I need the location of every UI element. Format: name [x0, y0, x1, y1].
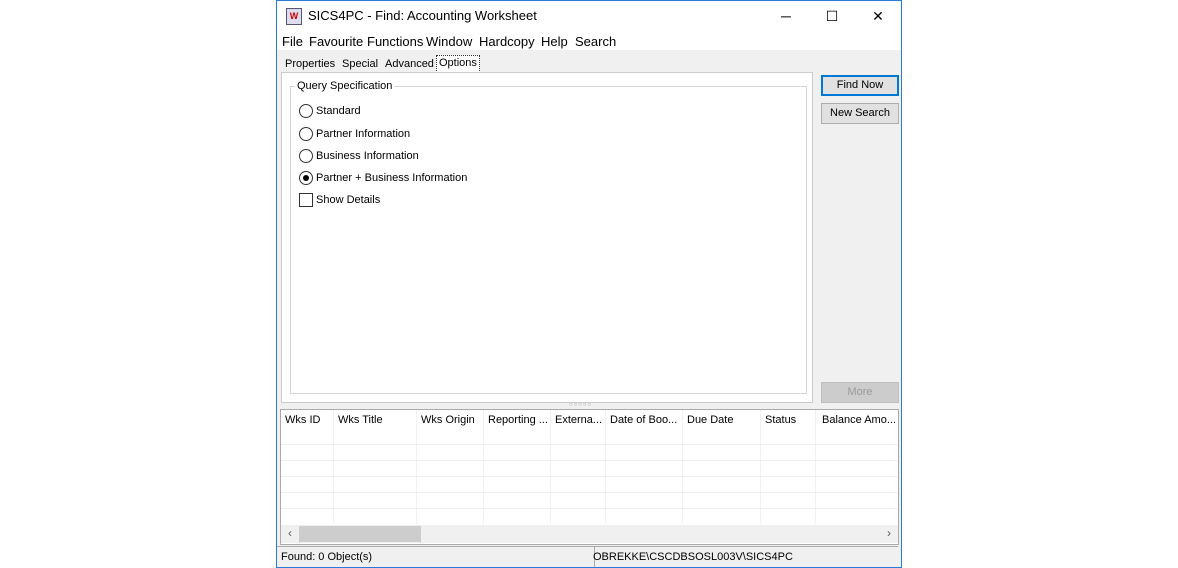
header-label: Externa...: [555, 414, 603, 426]
menu-bar: File Favourite Functions Window Hardcopy…: [277, 31, 901, 50]
tab-properties[interactable]: Properties: [283, 57, 337, 72]
header-label: Reporting ...: [488, 414, 548, 426]
column-header[interactable]: Wks ID: [281, 410, 334, 524]
radio-button[interactable]: [299, 171, 313, 185]
tab-options[interactable]: Options: [436, 55, 480, 73]
scrollbar-thumb[interactable]: [299, 526, 421, 542]
column-header[interactable]: Wks Title: [334, 410, 417, 524]
menu-help[interactable]: Help: [541, 34, 568, 49]
row-divider: [281, 444, 898, 445]
close-button[interactable]: ✕: [855, 1, 901, 31]
tab-advanced[interactable]: Advanced: [383, 57, 436, 72]
row-divider: [281, 476, 898, 477]
radio-button[interactable]: [299, 104, 313, 118]
header-label: Balance Amo...: [822, 414, 896, 426]
find-now-button[interactable]: Find Now: [821, 75, 899, 96]
maximize-button[interactable]: ☐: [809, 1, 855, 31]
menu-window[interactable]: Window: [426, 34, 472, 49]
new-search-button[interactable]: New Search: [821, 103, 899, 124]
more-button[interactable]: More: [821, 382, 899, 403]
title-bar: W SICS4PC - Find: Accounting Worksheet ─…: [277, 1, 901, 31]
radio-button[interactable]: [299, 127, 313, 141]
header-label: Wks Title: [338, 414, 383, 426]
scroll-left-icon[interactable]: ‹: [282, 526, 298, 540]
column-header[interactable]: Balance Amo...: [816, 410, 898, 524]
option-label: Partner Information: [316, 128, 411, 140]
menu-functions[interactable]: Functions: [367, 34, 423, 49]
query-specification-group: Query Specification Standard Partner Inf…: [290, 80, 807, 394]
header-label: Wks Origin: [421, 414, 475, 426]
options-panel: Query Specification Standard Partner Inf…: [281, 72, 813, 403]
option-label: Partner + Business Information: [316, 172, 468, 184]
menu-favourite[interactable]: Favourite: [309, 34, 363, 49]
column-header[interactable]: Due Date: [683, 410, 761, 524]
status-found: Found: 0 Object(s): [277, 546, 595, 567]
column-header[interactable]: Date of Boo...: [606, 410, 683, 524]
main-window: W SICS4PC - Find: Accounting Worksheet ─…: [276, 0, 902, 568]
window-title: SICS4PC - Find: Accounting Worksheet: [308, 8, 537, 23]
splitter-handle[interactable]: ○○○○○: [569, 402, 592, 408]
menu-hardcopy[interactable]: Hardcopy: [479, 34, 535, 49]
column-header[interactable]: Status: [761, 410, 816, 524]
header-label: Status: [765, 414, 797, 426]
results-table: Wks ID Wks Title Wks Origin Reporting ..…: [280, 409, 899, 545]
group-label: Query Specification: [295, 80, 395, 92]
option-label: Business Information: [316, 150, 419, 162]
header-label: Date of Boo...: [610, 414, 678, 426]
column-header[interactable]: Externa...: [551, 410, 606, 524]
scroll-right-icon[interactable]: ›: [881, 526, 897, 540]
radio-button[interactable]: [299, 149, 313, 163]
header-label: Due Date: [687, 414, 734, 426]
minimize-button[interactable]: ─: [763, 1, 809, 31]
worksheet-icon: W: [286, 8, 302, 25]
header-label: Wks ID: [285, 414, 321, 426]
option-label: Standard: [316, 105, 361, 117]
checkbox[interactable]: [299, 193, 313, 207]
horizontal-scrollbar[interactable]: ‹ ›: [281, 525, 898, 543]
row-divider: [281, 508, 898, 509]
row-divider: [281, 460, 898, 461]
status-path: OBREKKE\CSCDBSOSL003V\SICS4PC: [592, 546, 898, 567]
column-header[interactable]: Reporting ...: [484, 410, 551, 524]
menu-search[interactable]: Search: [575, 34, 616, 49]
column-header[interactable]: Wks Origin: [417, 410, 484, 524]
menu-file[interactable]: File: [282, 34, 303, 49]
tab-special[interactable]: Special: [340, 57, 380, 72]
row-divider: [281, 492, 898, 493]
option-label: Show Details: [316, 194, 381, 206]
